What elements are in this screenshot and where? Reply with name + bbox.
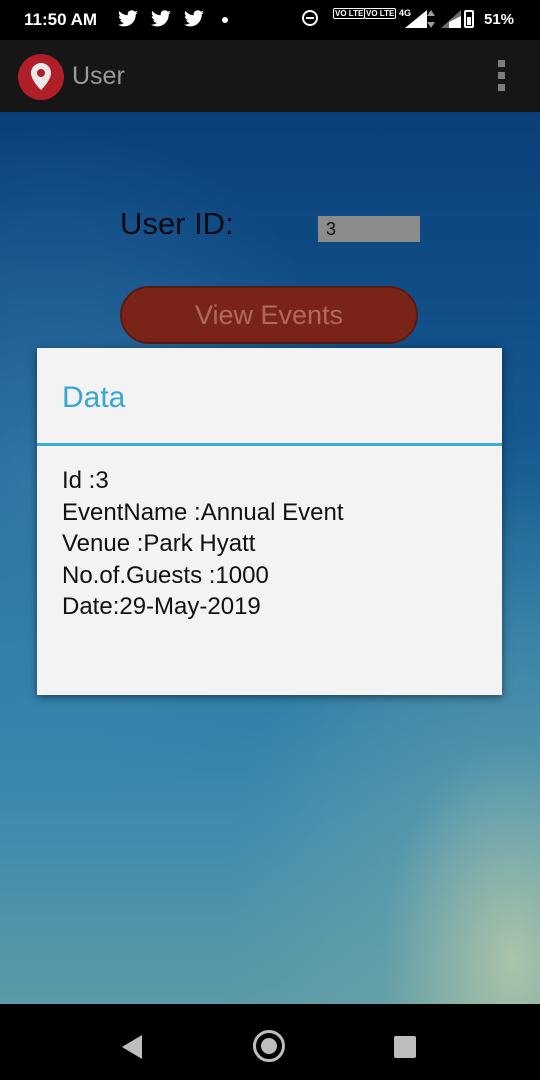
dialog-divider bbox=[37, 443, 502, 446]
status-time: 11:50 AM bbox=[24, 10, 98, 29]
battery-percent: 51% bbox=[484, 11, 515, 28]
home-icon[interactable] bbox=[253, 1030, 285, 1062]
sim2-volte-icon: VO LTE bbox=[364, 8, 397, 19]
dialog-line-event-name: EventName :Annual Event bbox=[62, 498, 344, 526]
notification-dot-icon bbox=[222, 17, 228, 23]
do-not-disturb-icon bbox=[302, 10, 318, 26]
dialog-line-id: Id :3 bbox=[62, 467, 109, 494]
user-id-label: User ID: bbox=[120, 206, 234, 241]
twitter-icon bbox=[184, 10, 204, 27]
battery-icon bbox=[464, 10, 474, 28]
signal-2-icon bbox=[441, 10, 461, 28]
page-title: User bbox=[72, 62, 125, 90]
status-bar: 11:50 AM VO LTE VO LTE 4G 51% bbox=[0, 0, 540, 40]
data-dialog: Data Id :3 EventName :Annual Event Venue… bbox=[37, 348, 502, 695]
twitter-icon bbox=[151, 10, 171, 27]
sim1-volte-icon: VO LTE bbox=[333, 8, 366, 19]
view-events-button[interactable]: View Events bbox=[120, 286, 418, 344]
back-icon[interactable] bbox=[122, 1035, 142, 1059]
user-id-input[interactable]: 3 bbox=[318, 216, 420, 242]
data-arrows-icon bbox=[427, 10, 435, 28]
dialog-line-venue: Venue :Park Hyatt bbox=[62, 530, 256, 557]
twitter-icon bbox=[118, 10, 138, 27]
signal-1-icon bbox=[405, 10, 427, 28]
recents-icon[interactable] bbox=[394, 1036, 416, 1058]
dialog-line-guests: No.of.Guests :1000 bbox=[62, 561, 269, 589]
map-pin-icon bbox=[18, 54, 64, 100]
dialog-line-date: Date:29-May-2019 bbox=[62, 593, 261, 620]
overflow-menu-icon[interactable] bbox=[498, 60, 506, 94]
app-bar: User bbox=[0, 40, 540, 112]
navigation-bar bbox=[0, 1004, 540, 1080]
dialog-title: Data bbox=[62, 381, 126, 414]
dialog-message: Id :3 EventName :Annual Event Venue :Par… bbox=[62, 465, 344, 623]
